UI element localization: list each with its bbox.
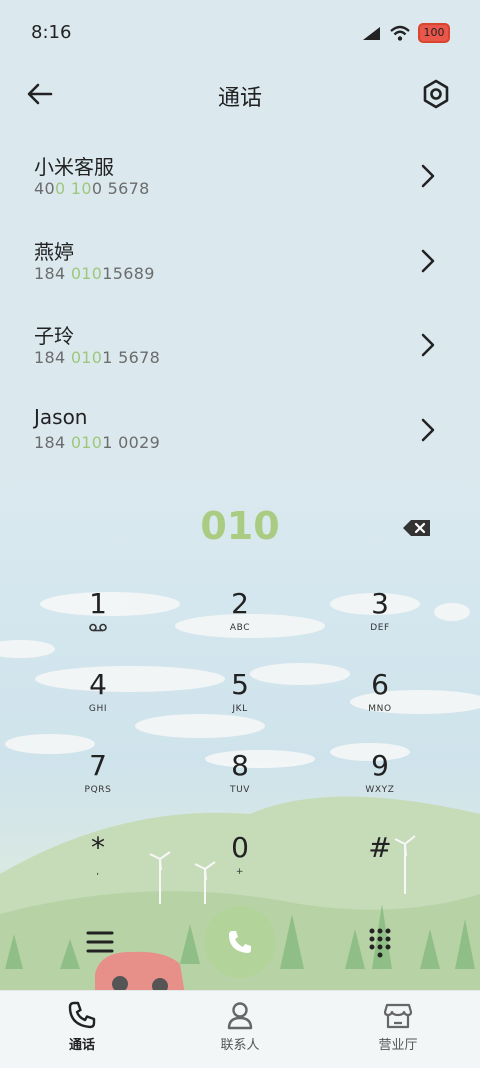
nav-tab-contacts[interactable]: 联系人 — [180, 999, 300, 1053]
person-icon — [227, 1002, 253, 1030]
contact-number: 184 0101 0029 — [34, 432, 161, 452]
contact-name: 燕婷 — [34, 239, 74, 264]
nav-label: 通话 — [68, 1038, 95, 1053]
bottom-navigation: 通话 联系人 营业厅 — [0, 990, 480, 1068]
backspace-icon[interactable] — [402, 518, 432, 538]
keypad-toggle-icon[interactable] — [360, 922, 400, 962]
battery-indicator: 100 — [418, 23, 450, 43]
status-time: 8:16 — [31, 22, 72, 43]
contact-number: 184 0101 5678 — [34, 348, 161, 367]
dial-key-0[interactable]: 0 + — [180, 832, 300, 902]
contact-row[interactable]: 小米客服 400 100 5678 — [0, 134, 480, 219]
wifi-icon — [390, 25, 410, 41]
nav-label: 联系人 — [220, 1038, 260, 1053]
contact-row[interactable]: Jason 184 0101 0029 — [0, 388, 480, 473]
contact-number: 184 01015689 — [34, 263, 155, 283]
dial-key-5[interactable]: 5 JKL — [180, 669, 300, 739]
contact-row[interactable]: 子玲 184 0101 5678 — [0, 303, 480, 388]
app-header: 通话 — [0, 66, 480, 124]
signal-icon — [363, 27, 380, 40]
chevron-right-icon[interactable] — [418, 248, 438, 274]
page-title: 通话 — [217, 86, 262, 111]
contact-suggestion-list: 小米客服 400 100 5678 燕婷 184 01015689 子玲 184… — [0, 134, 480, 472]
chevron-right-icon[interactable] — [418, 163, 438, 189]
dial-key-6[interactable]: 6 MNO — [320, 669, 440, 739]
dial-key-4[interactable]: 4 GHI — [38, 669, 158, 739]
phone-icon — [68, 1001, 96, 1029]
dial-key-1[interactable]: 1 — [38, 588, 158, 658]
contact-name: 子玲 — [34, 324, 74, 348]
dial-key-9[interactable]: 9 WXYZ — [320, 750, 440, 820]
dial-key-hash[interactable]: # — [320, 832, 440, 902]
status-bar: 8:16 100 — [0, 0, 480, 66]
chevron-right-icon[interactable] — [418, 417, 438, 443]
contact-name: 小米客服 — [34, 155, 114, 179]
nav-label: 营业厅 — [378, 1038, 418, 1053]
voicemail-icon — [89, 623, 107, 632]
call-button[interactable] — [204, 906, 276, 978]
dialer-panel: 010 1 2 ABC 3 DEF 4 GHI 5 JKL 6 MNO 7 PQRS 8 TU… — [0, 474, 480, 994]
contact-row[interactable]: 燕婷 184 01015689 — [0, 219, 480, 304]
chevron-right-icon[interactable] — [418, 332, 438, 358]
phone-icon — [229, 931, 251, 953]
menu-icon[interactable] — [80, 922, 120, 962]
dial-key-star[interactable]: *, — [38, 832, 158, 902]
dial-key-7[interactable]: 7 PQRS — [38, 750, 158, 820]
store-icon — [383, 1003, 413, 1029]
dial-key-3[interactable]: 3 DEF — [320, 588, 440, 658]
dial-key-8[interactable]: 8 TUV — [180, 750, 300, 820]
nav-tab-store[interactable]: 营业厅 — [338, 999, 458, 1053]
nav-tab-calls[interactable]: 通话 — [22, 999, 142, 1053]
settings-hexagon-icon[interactable] — [420, 78, 452, 110]
dial-key-2[interactable]: 2 ABC — [180, 588, 300, 658]
contact-number: 400 100 5678 — [34, 179, 150, 198]
contact-name: Jason — [34, 404, 88, 429]
